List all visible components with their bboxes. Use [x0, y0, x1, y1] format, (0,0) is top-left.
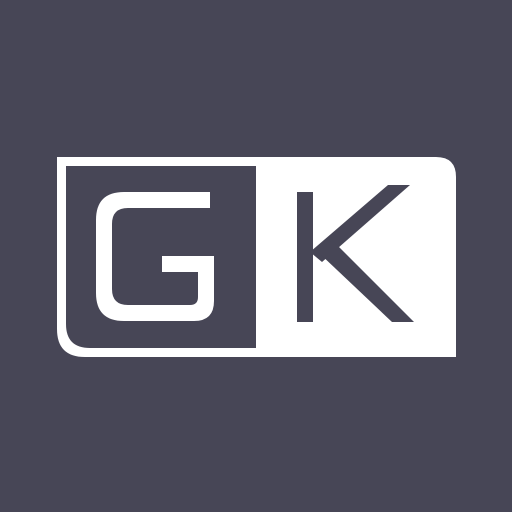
app-icon-canvas — [0, 0, 512, 512]
gk-logo — [57, 157, 456, 357]
